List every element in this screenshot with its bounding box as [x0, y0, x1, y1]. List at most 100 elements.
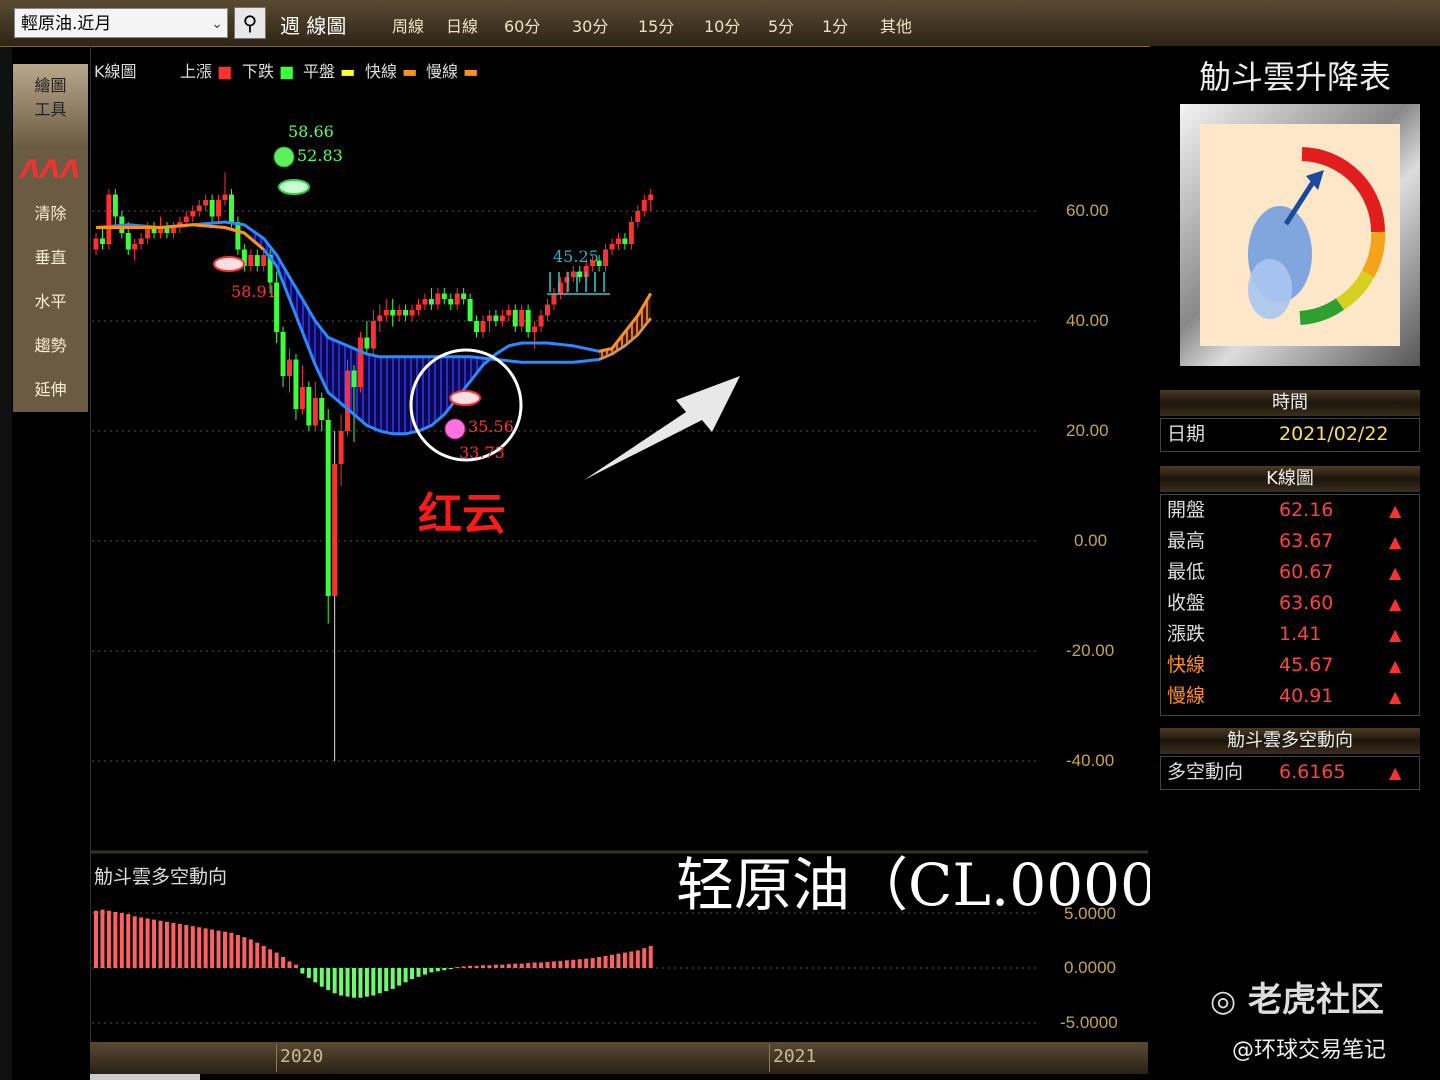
- indicator-bar: [203, 928, 208, 968]
- candle-body: [338, 431, 344, 464]
- indicator-bar: [629, 951, 634, 968]
- candle-body: [377, 315, 383, 321]
- candle-body: [99, 238, 105, 244]
- indicator-bar: [139, 917, 144, 968]
- candle-body: [609, 244, 615, 250]
- indicator-bar: [364, 968, 369, 997]
- time-axis: [90, 1042, 1148, 1074]
- gauge-frame: [1180, 104, 1420, 366]
- indicator-bar: [571, 959, 576, 968]
- indicator-bar: [164, 921, 169, 968]
- indicator-bar: [145, 918, 150, 968]
- legend-flat: 平盤 ▬: [303, 62, 356, 81]
- candle-body: [190, 211, 196, 217]
- indicator-bar: [642, 948, 647, 968]
- candle-body: [93, 238, 99, 250]
- candle-body: [306, 387, 312, 426]
- legend-fast: 快線 ▬: [365, 62, 418, 81]
- candle-body: [641, 200, 647, 211]
- indicator-bar: [177, 924, 182, 968]
- row-value: 40.91: [1279, 685, 1334, 707]
- table-row: 最低 60.67 ▲: [1161, 557, 1419, 588]
- candle-body: [280, 332, 286, 376]
- trend-section-header: 觔斗雲多空動向: [1160, 728, 1420, 754]
- indicator-bar: [597, 957, 602, 968]
- legend-slow-label: 慢線: [426, 62, 459, 81]
- candle-body: [209, 200, 215, 217]
- candle-body: [196, 205, 202, 211]
- candle-body: [370, 321, 376, 349]
- candle-body: [428, 299, 434, 305]
- candle-body: [622, 238, 628, 244]
- candle-body: [132, 244, 138, 250]
- candle-body: [254, 255, 260, 266]
- candle-body: [422, 299, 428, 305]
- row-key: 慢線: [1167, 685, 1206, 707]
- legend-flat-label: 平盤: [303, 62, 336, 81]
- anno-high2: 52.83: [297, 146, 343, 165]
- indicator-bar: [326, 968, 331, 990]
- candle-body: [345, 370, 351, 431]
- scrollbar-thumb[interactable]: [90, 1074, 200, 1080]
- candle-body: [228, 194, 234, 222]
- candle-body: [112, 194, 118, 217]
- date-row: 日期 2021/02/22: [1160, 418, 1420, 452]
- indicator-bar: [558, 960, 563, 968]
- table-row: 最高 63.67 ▲: [1161, 526, 1419, 557]
- candle-body: [545, 304, 550, 316]
- year-label-2020: 2020: [280, 1046, 324, 1067]
- table-row: 快線 45.67 ▲: [1161, 650, 1419, 681]
- candle-body: [357, 337, 363, 387]
- indicator-bar: [255, 942, 260, 968]
- indicator-bar: [622, 952, 627, 968]
- indicator-bar: [493, 964, 498, 968]
- indicator-bar: [274, 952, 279, 968]
- indicator-bar: [545, 961, 550, 968]
- row-value: 63.60: [1279, 592, 1334, 614]
- time-section-header: 時間: [1160, 390, 1420, 416]
- indicator-bar: [422, 968, 427, 975]
- anno-mid: 45.25: [553, 247, 599, 266]
- candle-body: [390, 310, 396, 316]
- candle-body: [364, 337, 370, 349]
- row-key: 最高: [1167, 530, 1206, 552]
- candle-body: [577, 271, 583, 277]
- candle-body: [551, 293, 557, 305]
- candle-body: [493, 315, 499, 321]
- indicator-bar: [435, 968, 440, 972]
- red-cloud-icon: [213, 256, 245, 272]
- indicator-bar: [474, 965, 479, 968]
- watermark: ◎ 老虎社区: [1210, 972, 1384, 1021]
- indicator-bar: [551, 961, 556, 968]
- indicator-bar: [190, 926, 195, 968]
- candle-body: [203, 200, 209, 206]
- candle-body: [506, 310, 512, 316]
- red-cloud-label: 红云: [418, 489, 506, 540]
- indicator-bar: [468, 965, 473, 968]
- indicator-bar: [306, 968, 311, 978]
- candle-body: [448, 299, 454, 305]
- indicator-bar: [152, 919, 157, 968]
- indicator-bar: [513, 963, 518, 968]
- indicator-bar: [506, 964, 511, 968]
- date-label: 日期: [1167, 423, 1206, 445]
- candle-body: [183, 216, 189, 222]
- candle-body: [615, 238, 621, 244]
- arrow-icon: [584, 376, 740, 480]
- indicator-bar: [106, 910, 111, 968]
- indicator-bar: [126, 914, 131, 968]
- candle-body: [312, 398, 318, 426]
- trend-row: 多空動向 6.6165 ▲: [1160, 756, 1420, 790]
- ytick-label: 40.00: [1066, 311, 1109, 330]
- indicator-bar: [339, 968, 344, 996]
- indicator-bar: [352, 968, 356, 998]
- indicator-bars: [94, 909, 653, 998]
- row-value: 63.67: [1279, 530, 1334, 552]
- indicator-bar: [94, 910, 98, 968]
- indicator-bar: [171, 922, 176, 968]
- indicator-bar: [268, 949, 273, 968]
- indicator-bar: [429, 968, 434, 973]
- legend-up-label: 上漲: [180, 62, 213, 81]
- ind-tick-label: 0.0000: [1064, 958, 1116, 977]
- candle-body: [461, 293, 467, 299]
